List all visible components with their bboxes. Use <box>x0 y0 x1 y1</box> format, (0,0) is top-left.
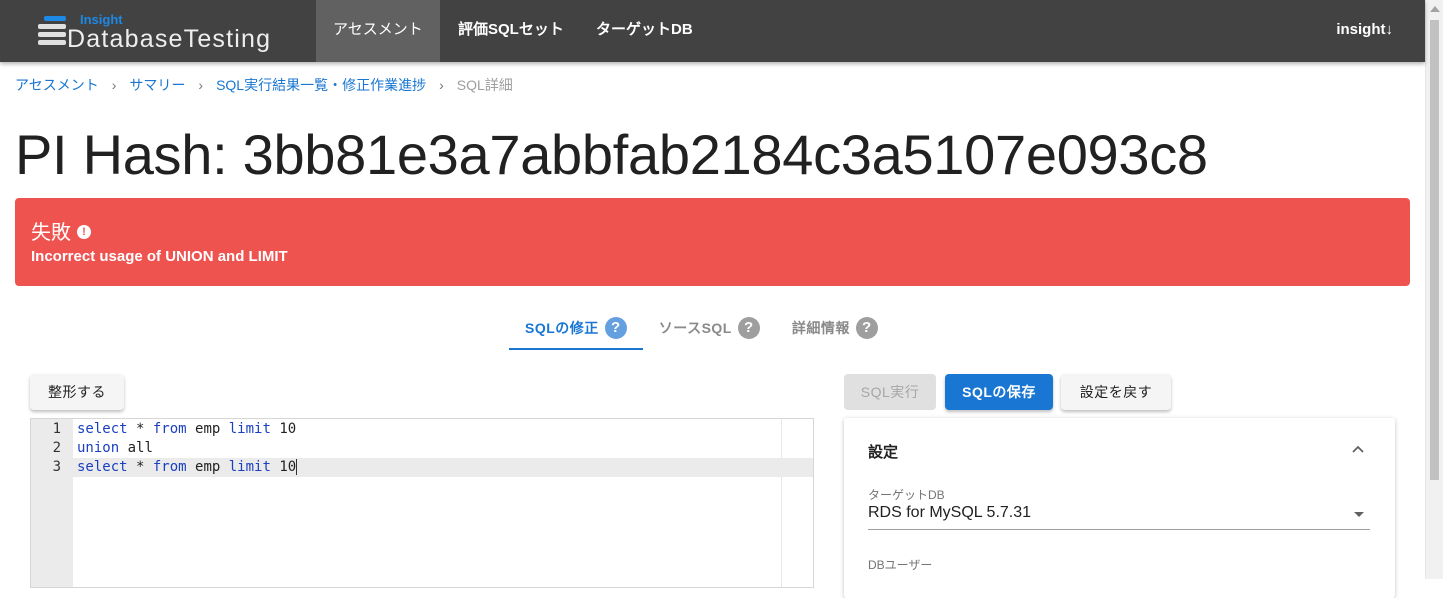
target-db-select[interactable]: RDS for MySQL 5.7.31 <box>868 504 1031 522</box>
code-text[interactable]: select * from emp limit 10 <box>77 458 298 477</box>
user-menu[interactable]: insight↓ <box>1336 0 1393 62</box>
sql-text: emp <box>186 421 229 437</box>
tab-details[interactable]: 詳細情報 ? <box>776 306 894 350</box>
line-number: 2 <box>52 440 61 456</box>
app-logo[interactable]: Insight DatabaseTesting <box>38 12 308 53</box>
select-underline <box>868 529 1370 530</box>
nav-tab-target-db[interactable]: ターゲットDB <box>579 0 710 62</box>
page-scrollbar[interactable] <box>1425 0 1443 579</box>
breadcrumb-sql-results[interactable]: SQL実行結果一覧・修正作業進捗 <box>216 75 426 95</box>
text-cursor <box>296 459 298 475</box>
editor-line[interactable]: 2 union all <box>31 439 813 458</box>
page-title: PI Hash: 3bb81e3a7abbfab2184c3a5107e093c… <box>15 123 1208 186</box>
run-sql-button[interactable]: SQL実行 <box>844 374 936 410</box>
sql-keyword: union <box>77 440 120 456</box>
tab-source-sql[interactable]: ソースSQL ? <box>643 306 776 350</box>
editor-line[interactable]: 1 select * from emp limit 10 <box>31 420 813 439</box>
breadcrumb-separator: › <box>439 77 444 93</box>
help-icon[interactable]: ? <box>855 317 878 339</box>
sql-keyword: limit <box>228 459 271 475</box>
help-icon[interactable]: ? <box>737 317 760 339</box>
info-icon[interactable]: ! <box>77 225 91 239</box>
sql-text: * <box>127 459 153 475</box>
breadcrumb-separator: › <box>198 77 204 93</box>
save-sql-button[interactable]: SQLの保存 <box>945 374 1053 410</box>
sql-text: all <box>119 440 153 456</box>
db-user-label: DBユーザー <box>868 558 933 572</box>
code-text[interactable]: union all <box>77 439 153 458</box>
tab-sql-fix[interactable]: SQLの修正 ? <box>509 306 643 350</box>
scroll-up-arrow-icon[interactable] <box>1430 6 1440 12</box>
settings-title: 設定 <box>868 444 899 461</box>
sql-keyword: from <box>152 459 187 475</box>
sql-keyword: select <box>77 459 128 475</box>
nav-tab-assessment[interactable]: アセスメント <box>316 0 440 62</box>
alert-status-text: 失敗 <box>31 222 71 244</box>
sql-keyword: limit <box>228 421 271 437</box>
breadcrumb-separator: › <box>111 77 117 93</box>
scroll-thumb[interactable] <box>1430 20 1439 480</box>
error-alert: 失敗 ! Incorrect usage of UNION and LIMIT <box>15 198 1410 286</box>
sql-keyword: from <box>152 421 187 437</box>
editor-line[interactable]: 3 select * from emp limit 10 <box>31 458 813 477</box>
breadcrumb-assessment[interactable]: アセスメント <box>15 75 99 95</box>
dropdown-arrow-icon[interactable] <box>1354 512 1364 517</box>
detail-tabs: SQLの修正 ? ソースSQL ? 詳細情報 ? <box>509 306 894 350</box>
sql-editor[interactable]: 1 select * from emp limit 10 2 union all 3 se… <box>30 418 814 588</box>
nav-tab-sql-sets[interactable]: 評価SQLセット <box>441 0 581 62</box>
breadcrumb-summary[interactable]: サマリー <box>129 75 185 95</box>
sql-text: 10 <box>270 459 297 475</box>
breadcrumb-sql-detail: SQL詳細 <box>456 77 513 93</box>
sql-text: emp <box>186 459 229 475</box>
tab-label: 詳細情報 <box>791 320 850 336</box>
target-db-label: ターゲットDB <box>868 488 945 502</box>
help-icon[interactable]: ? <box>604 317 627 339</box>
settings-panel: 設定 ターゲットDB RDS for MySQL 5.7.31 DBユーザー <box>844 418 1395 598</box>
alert-status: 失敗 ! <box>31 216 91 245</box>
sql-text: * <box>127 421 153 437</box>
alert-message: Incorrect usage of UNION and LIMIT <box>31 248 288 265</box>
reset-settings-button[interactable]: 設定を戻す <box>1061 374 1171 410</box>
line-number: 3 <box>52 459 61 475</box>
tab-label: SQLの修正 <box>525 320 599 336</box>
format-button[interactable]: 整形する <box>30 374 124 410</box>
line-number: 1 <box>52 421 61 437</box>
code-text[interactable]: select * from emp limit 10 <box>77 420 296 439</box>
database-logo-icon <box>38 16 66 46</box>
logo-title: DatabaseTesting <box>67 25 272 53</box>
breadcrumb: アセスメント › サマリー › SQL実行結果一覧・修正作業進捗 › SQL詳細 <box>15 75 513 95</box>
tab-label: ソースSQL <box>658 320 732 336</box>
sql-keyword: select <box>77 421 128 437</box>
chevron-up-icon[interactable] <box>1351 442 1365 456</box>
sql-text: 10 <box>270 421 297 437</box>
top-navbar: Insight DatabaseTesting アセスメント 評価SQLセット … <box>0 0 1425 62</box>
